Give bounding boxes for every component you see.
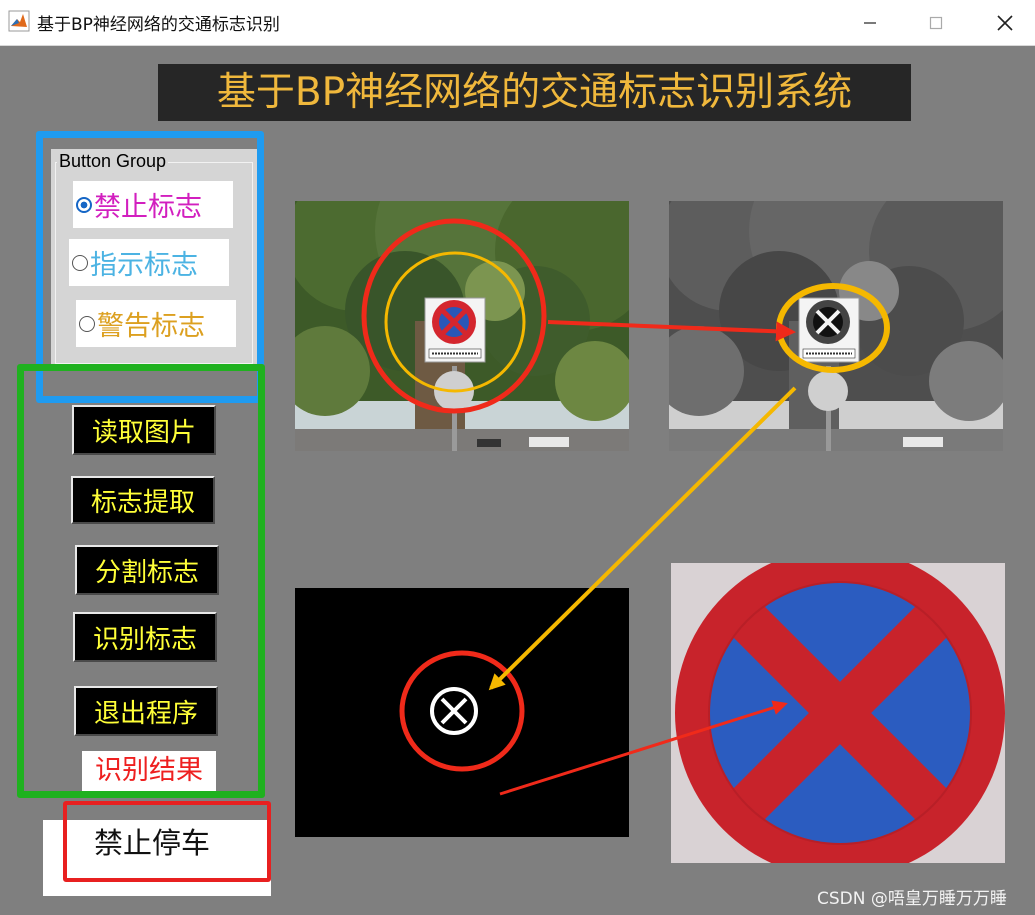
maximize-button[interactable]	[906, 0, 966, 45]
no-parking-sign-image	[671, 563, 1005, 863]
original-image-panel	[295, 201, 629, 451]
close-button[interactable]	[975, 0, 1035, 45]
segmented-sign-panel	[671, 563, 1005, 863]
minimize-icon	[864, 21, 876, 24]
original-scene-image	[295, 201, 629, 451]
binary-sign-image	[295, 588, 629, 837]
matlab-app-icon	[8, 10, 30, 32]
grayscale-scene-image	[669, 201, 1003, 451]
minimize-button[interactable]	[840, 0, 900, 45]
window-title: 基于BP神经网络的交通标志识别	[37, 15, 280, 35]
grayscale-image-panel	[669, 201, 1003, 451]
close-icon	[997, 14, 1013, 31]
csdn-watermark: CSDN @唔皇万睡万万睡	[817, 889, 1007, 909]
maximize-icon	[929, 16, 943, 29]
system-title-banner: 基于BP神经网络的交通标志识别系统	[158, 64, 911, 121]
result-highlight-frame	[63, 801, 271, 882]
radio-group-highlight-frame	[36, 131, 264, 403]
buttons-highlight-frame	[17, 364, 265, 798]
binary-image-panel	[295, 588, 629, 837]
window-titlebar: 基于BP神经网络的交通标志识别	[0, 0, 1035, 46]
